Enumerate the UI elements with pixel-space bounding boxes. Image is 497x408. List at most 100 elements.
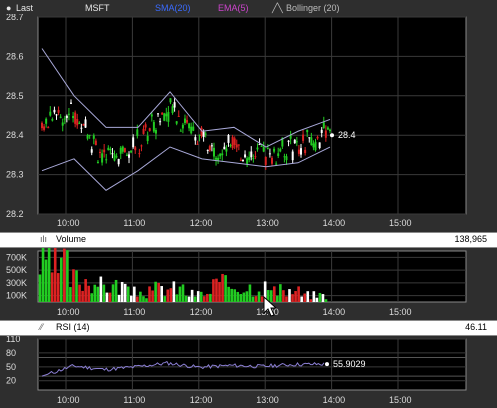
candle-body [212,147,215,157]
volume-bar [291,294,294,302]
candle-body [45,118,48,124]
rsi-x-tick: 13:00 [256,395,279,405]
candle-body [177,115,180,117]
candle-body [239,159,242,161]
candle-body [277,153,280,156]
candle-body [82,124,85,126]
rsi-panel[interactable]: 110 80 50 20 10:00 11:00 12:00 13:00 14:00 15:00 5… [0,336,497,408]
volume-bar [38,274,42,302]
volume-bar [318,292,322,302]
volume-plot-area [37,250,467,303]
candle-body [306,129,309,133]
volume-y-tick: 700K [6,252,27,262]
volume-bar [279,284,282,302]
candle-body [316,136,319,139]
volume-bar [212,279,215,302]
candle-body [314,141,317,151]
price-y-tick: 28.5 [6,91,24,101]
price-y-tick: 28.7 [6,14,24,22]
candle-body [248,157,251,160]
candle-body [244,154,247,158]
volume-bar [41,248,45,302]
rsi-icon: ⁄⁄ [40,322,44,332]
volume-bar [248,284,252,302]
candle-body [119,147,122,154]
volume-bar [136,296,139,302]
candle-body [196,143,199,145]
candle-body [78,122,81,124]
volume-header: ılı Volume 138,965 [0,232,497,248]
volume-panel[interactable]: 700K500K300K100K10:00 11:00 12:00 13:00 14:0… [0,248,497,320]
volume-bar [175,294,179,302]
candle-body [190,126,193,134]
volume-bar [123,283,127,302]
volume-bar [163,296,167,302]
volume-bar [93,284,97,302]
volume-bar [215,278,218,302]
volume-bar [151,290,154,302]
volume-bar [105,292,109,302]
volume-bar [160,286,164,302]
candle-body [192,126,195,131]
volume-bar [126,286,130,302]
legend-bollinger[interactable]: Bollinger (20) [286,3,340,13]
volume-bar [63,248,66,302]
rsi-x-tick: 15:00 [389,395,412,405]
legend-symbol[interactable]: MSFT [85,3,110,13]
volume-bar [288,289,291,302]
candle-body [264,156,267,165]
volume-bar [111,284,115,302]
candle-body [186,120,189,123]
volume-bar [47,248,51,302]
volume-bar [148,286,151,302]
legend-sma[interactable]: SMA(20) [155,3,191,13]
candle-body [115,156,118,158]
price-y-tick: 28.6 [6,51,24,61]
candle-body [94,140,97,146]
candle-body [161,112,164,115]
candle-body [150,114,153,117]
volume-bar [230,288,233,302]
candle-body [229,145,232,147]
candle-body [246,158,249,165]
volume-bar [221,273,224,302]
volume-bar [251,296,255,302]
candle-body [268,153,271,155]
volume-bar [145,298,148,302]
candle-body [43,126,46,130]
candle-body [53,109,56,113]
candle-body [322,122,325,129]
volume-bar [117,294,121,302]
chart-window: ● Last MSFT SMA(20) EMA(5) ╱╲ Bollinger … [0,0,497,408]
candle-body [217,157,220,161]
volume-bar [187,296,191,302]
candle-body [208,146,211,151]
volume-bar [206,293,209,302]
candle-body [291,151,294,161]
candle-body [304,149,307,154]
candle-body [70,102,73,104]
candle-body [136,129,139,137]
candle-body [99,151,102,153]
price-x-tick: 11:00 [123,218,145,228]
price-panel[interactable]: 28.7 28.6 28.5 28.4 28.3 28.2 10:00 11:00 12:00 1… [0,14,497,232]
candle-body [223,146,226,150]
rsi-x-tick: 14:00 [323,395,346,405]
legend-ema[interactable]: EMA(5) [218,3,249,13]
candle-body [55,114,58,116]
volume-bar [50,272,54,302]
volume-bar [72,269,75,302]
candle-body [312,143,315,148]
candle-body [138,153,141,155]
candle-body [165,113,168,117]
volume-x-tick: 14:00 [323,307,346,317]
candle-body [140,145,143,147]
candle-body [273,148,276,152]
candle-body [84,119,87,128]
volume-bar [184,295,188,302]
rsi-y-tick: 20 [6,376,16,386]
last-value-dot [330,133,334,138]
candle-body [61,122,64,126]
candle-body [329,129,331,132]
rsi-title: RSI (14) [56,322,90,332]
